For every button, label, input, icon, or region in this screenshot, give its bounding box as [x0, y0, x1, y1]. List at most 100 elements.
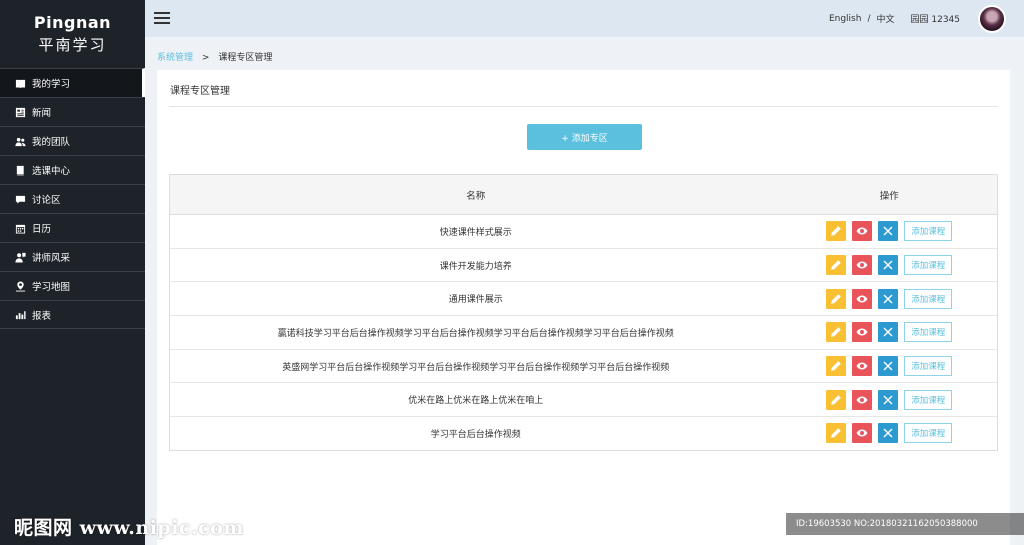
breadcrumb-current: 课程专区管理 — [218, 53, 273, 63]
sidebar-item-calendar[interactable]: 日历 — [0, 213, 145, 242]
add-course-button[interactable]: 添加课程 — [904, 423, 953, 444]
table-row: 英盛网学习平台后台操作视频学习平台后台操作视频学习平台后台操作视频学习平台后台操… — [169, 348, 998, 383]
edit-button[interactable] — [826, 389, 847, 410]
close-icon — [883, 260, 893, 270]
newspaper-icon — [14, 106, 26, 118]
map-pin-icon — [14, 280, 26, 292]
zone-name: 通用课件展示 — [169, 281, 782, 316]
main-panel: 课程专区管理 + 添加专区 名称 操作 快速课件样式展示 添加课程 课件开发能力… — [157, 70, 1010, 545]
sidebar-item-news[interactable]: 新闻 — [0, 97, 145, 126]
delete-button[interactable] — [878, 288, 899, 309]
add-zone-button[interactable]: + 添加专区 — [527, 124, 642, 150]
sidebar-item-label: 讲师风采 — [32, 253, 71, 264]
table-row: 通用课件展示 添加课程 — [169, 281, 998, 316]
pencil-icon — [831, 394, 842, 405]
sidebar-item-label: 我的学习 — [32, 79, 71, 90]
sidebar-item-lecturers[interactable]: 讲师风采 — [0, 242, 145, 271]
close-icon — [883, 327, 893, 337]
add-course-button[interactable]: 添加课程 — [904, 322, 953, 343]
delete-button[interactable] — [878, 221, 899, 242]
view-button[interactable] — [852, 389, 873, 410]
eye-icon — [856, 362, 868, 370]
edit-button[interactable] — [826, 288, 847, 309]
add-course-button[interactable]: 添加课程 — [904, 288, 953, 309]
table-row: 课件开发能力培养 添加课程 — [169, 247, 998, 282]
view-button[interactable] — [852, 255, 873, 276]
lang-english-link[interactable]: English — [829, 14, 862, 24]
close-icon — [883, 294, 893, 304]
delete-button[interactable] — [878, 389, 899, 410]
top-header: English / 中文 园园 12345 — [145, 0, 1024, 37]
close-icon — [883, 361, 893, 371]
view-button[interactable] — [852, 423, 873, 444]
avatar[interactable] — [978, 4, 1006, 33]
pencil-icon — [831, 226, 842, 237]
teacher-icon — [14, 251, 26, 263]
add-course-button[interactable]: 添加课程 — [904, 356, 953, 377]
row-actions: 添加课程 — [781, 214, 998, 249]
sidebar-item-label: 讨论区 — [32, 195, 61, 206]
zone-name: 优米在路上优米在路上优米在咱上 — [169, 382, 782, 417]
row-actions: 添加课程 — [781, 281, 998, 316]
eye-icon — [856, 261, 868, 269]
pencil-icon — [831, 428, 842, 439]
column-header-name: 名称 — [169, 174, 782, 215]
team-icon — [14, 135, 26, 147]
breadcrumb: 系统管理 > 课程专区管理 — [157, 50, 272, 63]
edit-button[interactable] — [826, 322, 847, 343]
pencil-icon — [831, 293, 842, 304]
delete-button[interactable] — [878, 255, 899, 276]
brand-name: Pingnan — [33, 13, 112, 32]
edit-button[interactable] — [826, 423, 847, 444]
edit-button[interactable] — [826, 356, 847, 377]
table-header-row: 名称 操作 — [169, 174, 998, 215]
eye-icon — [856, 396, 868, 404]
table-row: 赢诺科技学习平台后台操作视频学习平台后台操作视频学习平台后台操作视频学习平台后台… — [169, 315, 998, 350]
bar-chart-icon — [14, 309, 26, 321]
logo[interactable]: Pingnan 平南学习 — [0, 0, 145, 68]
sidebar-item-course-center[interactable]: 选课中心 — [0, 155, 145, 184]
add-course-button[interactable]: 添加课程 — [904, 221, 953, 242]
eye-icon — [856, 429, 868, 437]
user-name[interactable]: 园园 12345 — [911, 12, 961, 25]
view-button[interactable] — [852, 322, 873, 343]
column-header-ops: 操作 — [781, 174, 998, 215]
delete-button[interactable] — [878, 356, 899, 377]
edit-button[interactable] — [826, 221, 847, 242]
zone-name: 赢诺科技学习平台后台操作视频学习平台后台操作视频学习平台后台操作视频学习平台后台… — [169, 315, 782, 350]
sidebar-item-my-team[interactable]: 我的团队 — [0, 126, 145, 155]
breadcrumb-separator: > — [201, 53, 210, 63]
zone-name: 快速课件样式展示 — [169, 214, 782, 249]
sidebar-item-discussion[interactable]: 讨论区 — [0, 184, 145, 213]
eye-icon — [856, 295, 868, 303]
menu-toggle-icon[interactable] — [154, 12, 170, 24]
row-actions: 添加课程 — [781, 315, 998, 350]
zone-name: 英盛网学习平台后台操作视频学习平台后台操作视频学习平台后台操作视频学习平台后台操… — [169, 348, 782, 383]
lang-chinese-link[interactable]: 中文 — [876, 12, 894, 25]
sidebar-nav: 我的学习 新闻 我的团队 选课中心 讨论区 日历 讲师风采 学习地图 报表 — [0, 68, 145, 329]
row-actions: 添加课程 — [781, 247, 998, 282]
row-actions: 添加课程 — [781, 348, 998, 383]
edit-button[interactable] — [826, 255, 847, 276]
view-button[interactable] — [852, 221, 873, 242]
lang-separator: / — [867, 13, 871, 24]
view-button[interactable] — [852, 356, 873, 377]
add-course-button[interactable]: 添加课程 — [904, 389, 953, 410]
book-icon — [14, 164, 26, 176]
delete-button[interactable] — [878, 322, 899, 343]
sidebar-item-my-learning[interactable]: 我的学习 — [0, 68, 145, 97]
sidebar-item-reports[interactable]: 报表 — [0, 300, 145, 329]
view-button[interactable] — [852, 288, 873, 309]
breadcrumb-parent-link[interactable]: 系统管理 — [157, 53, 193, 63]
header-right: English / 中文 园园 12345 — [829, 4, 1006, 33]
sidebar-item-label: 新闻 — [32, 108, 52, 119]
delete-button[interactable] — [878, 423, 899, 444]
table-row: 优米在路上优米在路上优米在咱上 添加课程 — [169, 382, 998, 417]
zone-name: 课件开发能力培养 — [169, 247, 782, 282]
sidebar-item-learning-map[interactable]: 学习地图 — [0, 271, 145, 300]
table-row: 学习平台后台操作视频 添加课程 — [169, 416, 998, 451]
sidebar-item-label: 选课中心 — [32, 166, 71, 177]
pencil-icon — [831, 327, 842, 338]
table-row: 快速课件样式展示 添加课程 — [169, 214, 998, 249]
add-course-button[interactable]: 添加课程 — [904, 255, 953, 276]
